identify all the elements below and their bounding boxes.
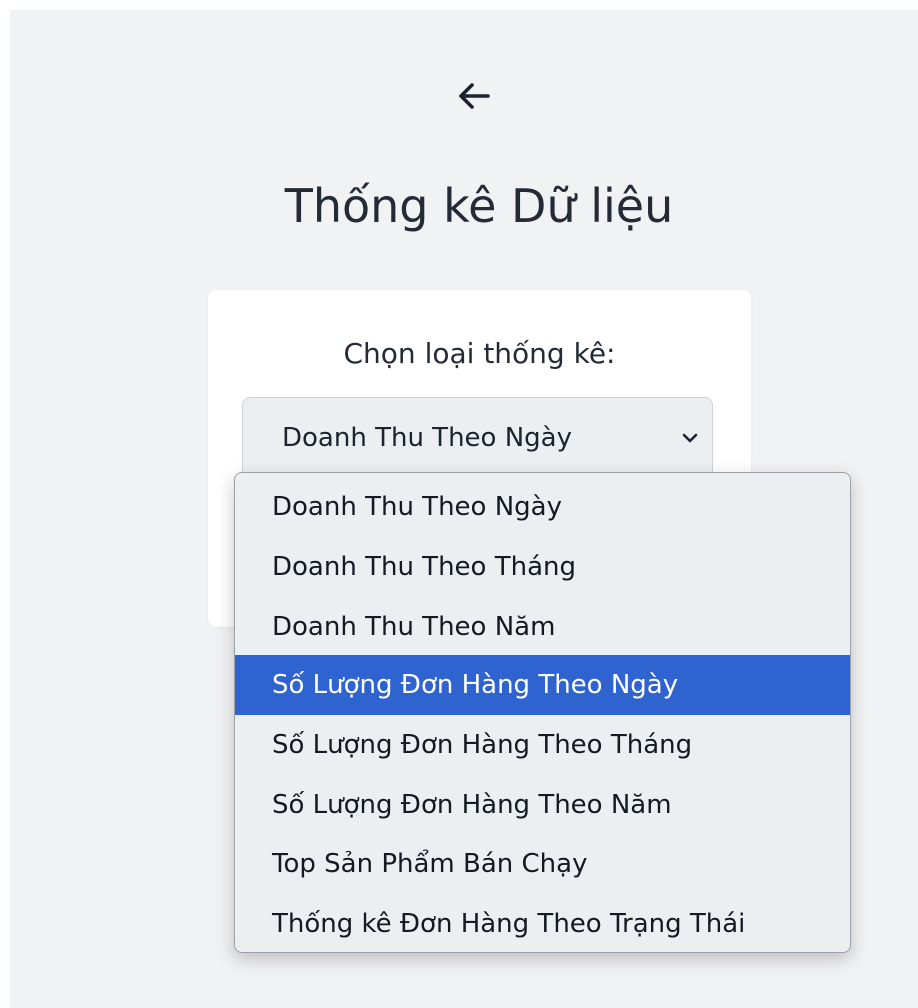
option-orders-by-year[interactable]: Số Lượng Đơn Hàng Theo Năm xyxy=(235,775,850,835)
select-dropdown: Doanh Thu Theo Ngày Doanh Thu Theo Tháng… xyxy=(234,472,851,953)
option-revenue-by-day[interactable]: Doanh Thu Theo Ngày xyxy=(235,477,850,537)
statistic-type-select[interactable]: Doanh Thu Theo Ngày xyxy=(242,397,713,479)
option-orders-by-day[interactable]: Số Lượng Đơn Hàng Theo Ngày xyxy=(235,655,850,715)
page-title: Thống kê Dữ liệu xyxy=(284,179,674,233)
option-orders-by-status[interactable]: Thống kê Đơn Hàng Theo Trạng Thái xyxy=(235,894,850,952)
option-revenue-by-year[interactable]: Doanh Thu Theo Năm xyxy=(235,597,850,657)
chevron-down-icon xyxy=(682,433,698,443)
statistic-type-label: Chọn loại thống kê: xyxy=(343,337,616,370)
arrow-left-icon[interactable] xyxy=(454,76,494,116)
option-revenue-by-month[interactable]: Doanh Thu Theo Tháng xyxy=(235,537,850,597)
option-top-selling-products[interactable]: Top Sản Phẩm Bán Chạy xyxy=(235,834,850,894)
select-value: Doanh Thu Theo Ngày xyxy=(282,423,572,453)
option-orders-by-month[interactable]: Số Lượng Đơn Hàng Theo Tháng xyxy=(235,715,850,775)
